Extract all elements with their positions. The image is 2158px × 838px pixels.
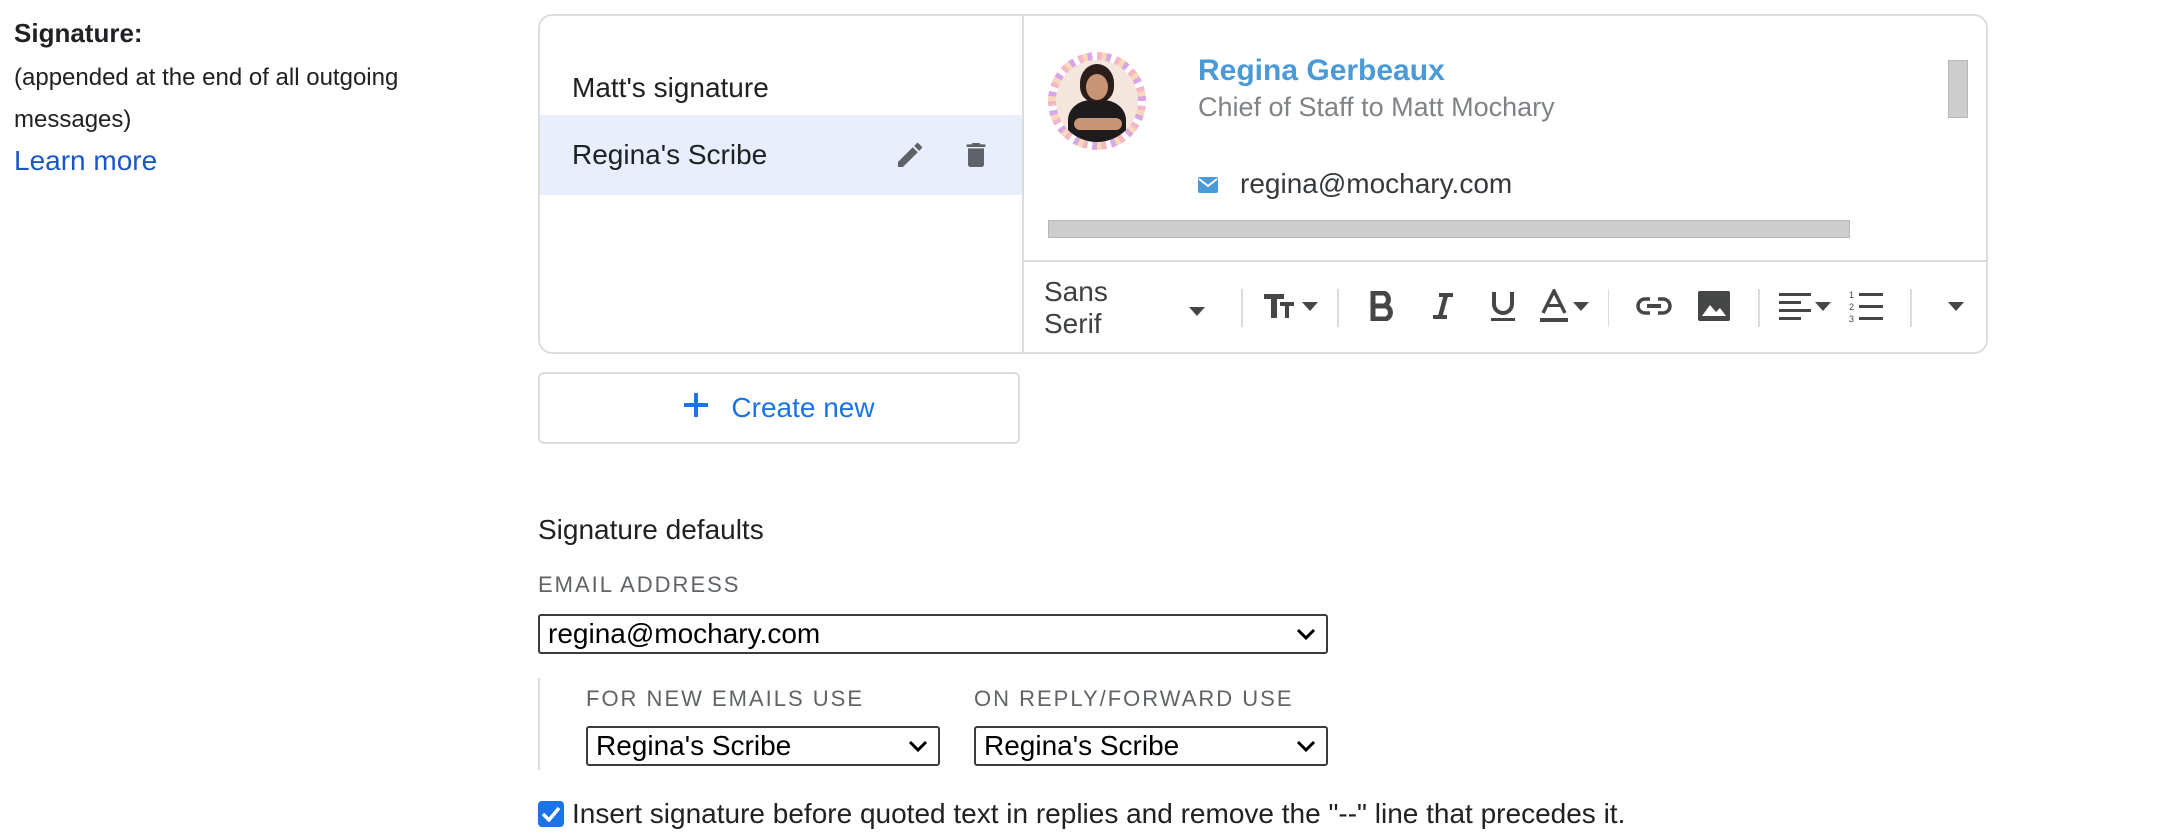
- email-address-value: regina@mochary.com: [548, 618, 821, 649]
- horizontal-scrollbar[interactable]: [1048, 220, 1850, 238]
- signature-info: Signature: (appended at the end of all o…: [14, 18, 494, 177]
- caret-down-icon: [1302, 299, 1319, 317]
- underline-button[interactable]: [1478, 278, 1528, 338]
- signature-list: Matt's signature Regina's Scribe: [540, 16, 1024, 352]
- reply-forward-label: ON REPLY/FORWARD USE: [974, 686, 1294, 711]
- italic-button[interactable]: [1418, 278, 1468, 338]
- svg-text:3: 3: [1849, 314, 1854, 323]
- text-color-icon: [1539, 286, 1569, 328]
- preview-email-row: regina@mochary.com: [1198, 168, 1512, 200]
- new-emails-label: FOR NEW EMAILS USE: [586, 686, 865, 711]
- insert-signature-checkbox[interactable]: [538, 801, 564, 827]
- chevron-down-icon: [1296, 740, 1316, 752]
- preview-name: Regina Gerbeaux: [1198, 54, 1445, 87]
- image-button[interactable]: [1689, 278, 1739, 338]
- signature-description: (appended at the end of all outgoing mes…: [14, 64, 399, 133]
- font-select[interactable]: Sans Serif: [1044, 276, 1206, 339]
- signature-item-actions: [894, 115, 992, 195]
- create-new-label: Create new: [731, 392, 875, 423]
- signature-editor-box: Matt's signature Regina's Scribe Regina …: [538, 14, 1988, 354]
- preview-email: regina@mochary.com: [1240, 168, 1513, 199]
- defaults-divider: [538, 678, 540, 770]
- text-color-button[interactable]: [1539, 278, 1589, 338]
- email-address-select[interactable]: regina@mochary.com: [538, 614, 1328, 654]
- toolbar-divider: [1337, 289, 1340, 327]
- formatting-toolbar: Sans Serif 1 2 3: [1024, 262, 1986, 352]
- signature-preview[interactable]: Regina Gerbeaux Chief of Staff to Matt M…: [1024, 16, 1986, 262]
- signature-item-label: Regina's Scribe: [572, 139, 768, 170]
- plus-icon: [683, 392, 709, 425]
- more-options-button[interactable]: [1931, 278, 1981, 338]
- signature-item-label: Matt's signature: [572, 72, 769, 103]
- create-new-button[interactable]: Create new: [538, 372, 1020, 444]
- trash-icon[interactable]: [960, 139, 992, 171]
- chevron-down-icon: [1296, 628, 1316, 640]
- caret-down-icon: [1814, 299, 1831, 317]
- bold-button[interactable]: [1358, 278, 1408, 338]
- more-options-icon: [1947, 299, 1964, 317]
- signature-editor: Regina Gerbeaux Chief of Staff to Matt M…: [1024, 16, 1986, 352]
- toolbar-divider: [1909, 289, 1912, 327]
- svg-text:1: 1: [1849, 290, 1854, 300]
- bold-icon: [1370, 290, 1396, 326]
- image-icon: [1697, 290, 1730, 326]
- toolbar-divider: [1757, 289, 1760, 327]
- preview-title: Chief of Staff to Matt Mochary: [1198, 92, 1555, 122]
- toolbar-divider: [1607, 289, 1610, 327]
- text-size-icon: [1262, 290, 1298, 327]
- chevron-down-icon: [908, 740, 928, 752]
- caret-down-icon: [1572, 299, 1589, 317]
- new-emails-select[interactable]: Regina's Scribe: [586, 726, 940, 766]
- vertical-scrollbar[interactable]: [1948, 60, 1968, 118]
- learn-more-link[interactable]: Learn more: [14, 145, 157, 177]
- toolbar-divider: [1241, 289, 1244, 327]
- signature-heading: Signature:: [14, 18, 143, 48]
- reply-forward-value: Regina's Scribe: [984, 730, 1180, 761]
- pencil-icon[interactable]: [894, 139, 926, 171]
- signature-defaults-title: Signature defaults: [538, 514, 764, 545]
- numbered-list-icon: 1 2 3: [1849, 289, 1883, 328]
- underline-icon: [1489, 290, 1517, 327]
- link-icon: [1635, 296, 1672, 321]
- new-emails-value: Regina's Scribe: [596, 730, 792, 761]
- numbered-list-button[interactable]: 1 2 3: [1841, 278, 1891, 338]
- insert-signature-label: Insert signature before quoted text in r…: [572, 798, 1626, 829]
- insert-signature-option: Insert signature before quoted text in r…: [538, 798, 1625, 830]
- avatar: [1048, 52, 1146, 150]
- link-button[interactable]: [1628, 278, 1678, 338]
- align-button[interactable]: [1778, 278, 1831, 338]
- envelope-icon: [1198, 168, 1218, 200]
- signature-item-regina[interactable]: Regina's Scribe: [540, 115, 1022, 195]
- font-name: Sans Serif: [1044, 276, 1108, 339]
- caret-down-icon: [1189, 292, 1206, 324]
- text-size-button[interactable]: [1262, 278, 1319, 338]
- italic-icon: [1431, 291, 1455, 326]
- email-address-label: EMAIL ADDRESS: [538, 572, 741, 597]
- reply-forward-select[interactable]: Regina's Scribe: [974, 726, 1328, 766]
- align-icon: [1778, 292, 1811, 325]
- svg-text:2: 2: [1849, 302, 1854, 312]
